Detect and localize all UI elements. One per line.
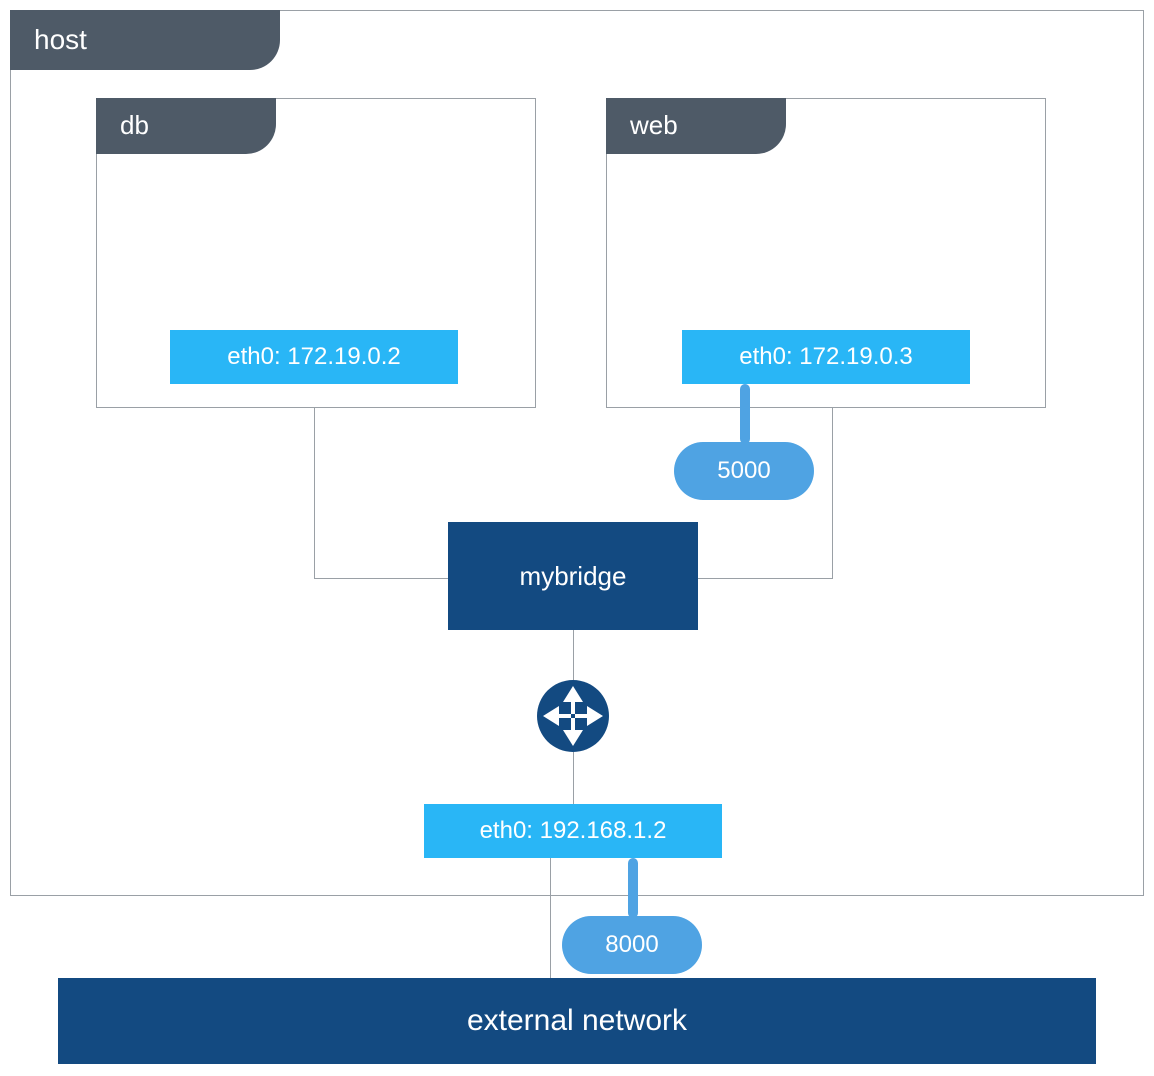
web-link-h (698, 578, 833, 579)
web-port-pill: 5000 (674, 442, 814, 500)
web-interface: eth0: 172.19.0.3 (682, 330, 970, 384)
hosteth-ext-link (550, 858, 551, 978)
web-port-stub (740, 384, 750, 444)
container-db-label: db (120, 110, 149, 140)
web-link-v (832, 408, 833, 578)
db-interface: eth0: 172.19.0.2 (170, 330, 458, 384)
external-network-label: external network (467, 1004, 687, 1038)
host-tab: host (10, 10, 280, 70)
external-network-box: external network (58, 978, 1096, 1064)
db-link-h (314, 578, 448, 579)
network-diagram: host db eth0: 172.19.0.2 web eth0: 172.1… (0, 0, 1154, 1076)
bridge-label: mybridge (520, 561, 627, 592)
host-interface-label: eth0: 192.168.1.2 (480, 817, 667, 845)
db-interface-label: eth0: 172.19.0.2 (227, 343, 400, 371)
web-interface-label: eth0: 172.19.0.3 (739, 343, 912, 371)
web-port-label: 5000 (717, 457, 770, 485)
container-web-tab: web (606, 98, 786, 154)
db-link-v (314, 408, 315, 578)
container-db-tab: db (96, 98, 276, 154)
bridge-router-link (573, 630, 574, 680)
host-port-stub (628, 858, 638, 918)
host-port-pill: 8000 (562, 916, 702, 974)
host-label: host (34, 24, 87, 55)
bridge-box: mybridge (448, 522, 698, 630)
container-web-label: web (630, 110, 678, 140)
host-interface: eth0: 192.168.1.2 (424, 804, 722, 858)
router-icon (537, 680, 609, 752)
host-port-label: 8000 (605, 931, 658, 959)
router-hosteth-link (573, 752, 574, 804)
